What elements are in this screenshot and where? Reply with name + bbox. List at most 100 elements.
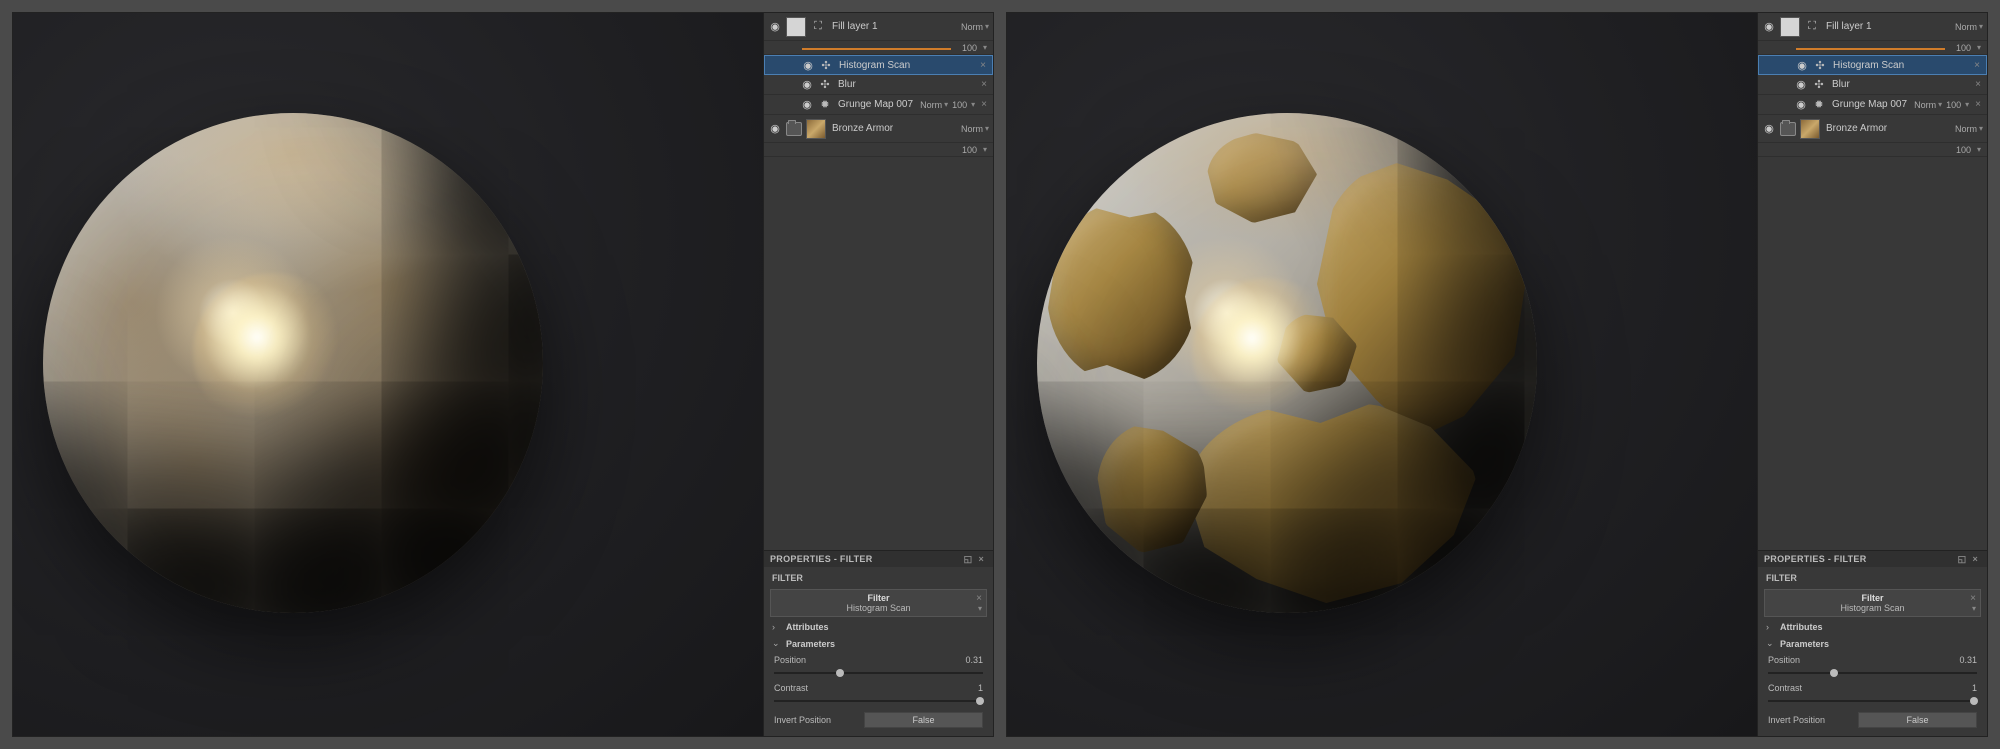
opacity-slider[interactable]: 100▾ [1758,41,1987,55]
layer-swatch [1780,17,1800,37]
blend-mode-dropdown[interactable]: Norm▾ [1955,124,1983,134]
slider-thumb[interactable] [976,697,984,705]
chevron-right-icon: › [1766,622,1776,632]
layer-folder-bronze-armor[interactable]: ◉ Bronze Armor Norm▾ [764,115,993,143]
remove-effect-button[interactable]: × [978,60,988,71]
effect-blur[interactable]: ◉ ✣ Blur × [764,75,993,95]
attributes-group[interactable]: › Attributes [764,619,993,635]
layer-name[interactable]: Fill layer 1 [830,21,957,32]
opacity-slider[interactable]: 100▾ [764,143,993,157]
generator-icon: ✹ [1812,98,1826,112]
visibility-icon[interactable]: ◉ [1794,78,1808,92]
filter-icon: ✣ [1813,58,1827,72]
close-icon[interactable]: × [975,554,987,564]
specular-highlight [193,273,353,433]
effect-grunge-map[interactable]: ◉ ✹ Grunge Map 007 Norm▾ 100▾ × [1758,95,1987,115]
effect-name: Grunge Map 007 [1830,99,1910,110]
position-value[interactable]: 0.31 [965,655,983,665]
visibility-icon[interactable]: ◉ [768,20,782,34]
properties-header: PROPERTIES - FILTER ◱ × [764,551,993,567]
slider-thumb[interactable] [1970,697,1978,705]
blend-mode-dropdown[interactable]: Norm▾ [1914,100,1942,110]
clear-filter-icon[interactable]: × [1970,593,1976,604]
remove-effect-button[interactable]: × [1973,99,1983,110]
chevron-down-icon: ⌄ [772,638,782,649]
param-position: Position 0.31 [764,652,993,668]
layer-name[interactable]: Bronze Armor [830,123,957,134]
attributes-group[interactable]: › Attributes [1758,619,1987,635]
position-slider[interactable] [1758,668,1987,680]
contrast-value[interactable]: 1 [978,683,983,693]
effect-name: Blur [836,79,975,90]
specular-highlight [1192,278,1342,428]
opacity-slider[interactable]: 100▾ [1758,143,1987,157]
parameters-group[interactable]: ⌄ Parameters [1758,635,1987,652]
slider-thumb[interactable] [836,669,844,677]
mask-icon[interactable]: ⛶ [1804,19,1820,35]
contrast-slider[interactable] [1758,696,1987,708]
blend-mode-dropdown[interactable]: Norm▾ [1955,22,1983,32]
sidebar: ◉ ⛶ Fill layer 1 Norm▾ 100▾ ◉ ✣ Histogra… [1757,13,1987,736]
blend-mode-dropdown[interactable]: Norm▾ [961,22,989,32]
contrast-value[interactable]: 1 [1972,683,1977,693]
layer-swatch [1800,119,1820,139]
visibility-icon[interactable]: ◉ [1762,20,1776,34]
layers-panel: ◉ ⛶ Fill layer 1 Norm▾ 100▾ ◉ ✣ Histogra… [1758,13,1987,550]
visibility-icon[interactable]: ◉ [800,98,814,112]
invert-toggle[interactable]: False [864,712,983,728]
visibility-icon[interactable]: ◉ [768,122,782,136]
slider-thumb[interactable] [1830,669,1838,677]
layer-swatch [786,17,806,37]
panel-title: PROPERTIES - FILTER [1764,554,1867,564]
effect-histogram-scan[interactable]: ◉ ✣ Histogram Scan × [1758,55,1987,75]
folder-icon [786,122,802,136]
visibility-icon[interactable]: ◉ [1762,122,1776,136]
layer-folder-bronze-armor[interactable]: ◉ Bronze Armor Norm▾ [1758,115,1987,143]
remove-effect-button[interactable]: × [1973,79,1983,90]
pane-left: ◉ ⛶ Fill layer 1 Norm▾ 100▾ ◉ ✣ Histogra… [12,12,994,737]
position-value[interactable]: 0.31 [1959,655,1977,665]
effect-grunge-map[interactable]: ◉ ✹ Grunge Map 007 Norm▾ 100▾ × [764,95,993,115]
contrast-slider[interactable] [764,696,993,708]
chevron-right-icon: › [772,622,782,632]
blend-mode-dropdown[interactable]: Norm▾ [961,124,989,134]
filter-selector[interactable]: Filter Histogram Scan × ▾ [770,589,987,617]
filter-selector[interactable]: Filter Histogram Scan × ▾ [1764,589,1981,617]
chevron-down-icon[interactable]: ▾ [1972,604,1976,613]
generator-icon: ✹ [818,98,832,112]
visibility-icon[interactable]: ◉ [801,58,815,72]
dock-icon[interactable]: ◱ [1955,554,1970,565]
remove-effect-button[interactable]: × [979,99,989,110]
opacity-slider[interactable]: 100▾ [764,41,993,55]
remove-effect-button[interactable]: × [979,79,989,90]
visibility-icon[interactable]: ◉ [1795,58,1809,72]
opacity-value[interactable]: 100 [1946,100,1961,110]
layer-name[interactable]: Fill layer 1 [1824,21,1951,32]
clear-filter-icon[interactable]: × [976,593,982,604]
layer-name[interactable]: Bronze Armor [1824,123,1951,134]
mask-icon[interactable]: ⛶ [810,19,826,35]
remove-effect-button[interactable]: × [1972,60,1982,71]
close-icon[interactable]: × [1969,554,1981,564]
viewport-3d[interactable] [1007,13,1757,736]
param-contrast: Contrast 1 [764,680,993,696]
effect-blur[interactable]: ◉ ✣ Blur × [1758,75,1987,95]
visibility-icon[interactable]: ◉ [800,78,814,92]
dock-icon[interactable]: ◱ [961,554,976,565]
properties-header: PROPERTIES - FILTER ◱ × [1758,551,1987,567]
parameters-group[interactable]: ⌄ Parameters [764,635,993,652]
invert-toggle[interactable]: False [1858,712,1977,728]
position-slider[interactable] [764,668,993,680]
section-filter-label: FILTER [764,567,993,587]
visibility-icon[interactable]: ◉ [1794,98,1808,112]
effect-histogram-scan[interactable]: ◉ ✣ Histogram Scan × [764,55,993,75]
opacity-value[interactable]: 100 [952,100,967,110]
param-invert-position: Invert Position False [764,708,993,736]
layer-fill[interactable]: ◉ ⛶ Fill layer 1 Norm▾ [1758,13,1987,41]
layer-fill[interactable]: ◉ ⛶ Fill layer 1 Norm▾ [764,13,993,41]
blend-mode-dropdown[interactable]: Norm▾ [920,100,948,110]
folder-icon [1780,122,1796,136]
chevron-down-icon[interactable]: ▾ [978,604,982,613]
section-filter-label: FILTER [1758,567,1987,587]
viewport-3d[interactable] [13,13,763,736]
